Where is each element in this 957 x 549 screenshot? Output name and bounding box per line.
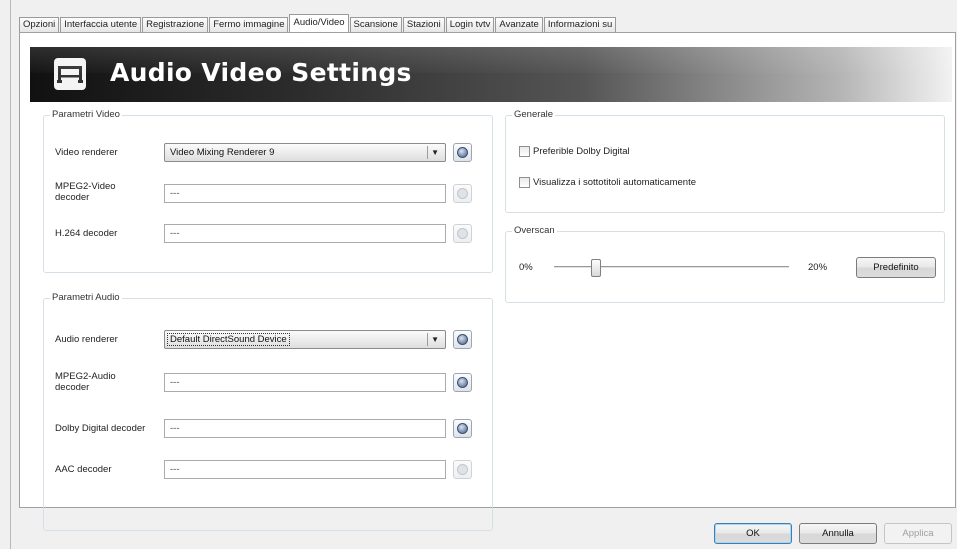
video-parameters-group: Parametri Video Video renderer Video Mix… — [43, 109, 493, 273]
general-group: Generale Preferible Dolby Digital Visual… — [505, 109, 945, 213]
audio-renderer-label: Audio renderer — [55, 334, 118, 345]
mpeg2-audio-decoder-label: MPEG2-Audio decoder — [55, 371, 116, 393]
settings-banner: Audio Video Settings — [30, 47, 952, 102]
tab-registrazione[interactable]: Registrazione — [142, 17, 209, 32]
tab-content-panel: Audio Video Settings Parametri Video Vid… — [19, 32, 956, 531]
tab-interfaccia-utente[interactable]: Interfaccia utente — [60, 17, 142, 32]
video-renderer-value: Video Mixing Renderer 9 — [170, 147, 275, 158]
audio-renderer-properties-button[interactable] — [453, 330, 472, 349]
video-renderer-properties-button[interactable] — [453, 143, 472, 162]
auto-subtitles-row[interactable]: Visualizza i sottotitoli automaticamente — [519, 177, 696, 188]
general-group-title: Generale — [512, 109, 556, 120]
dolby-digital-decoder-label: Dolby Digital decoder — [55, 423, 146, 434]
video-renderer-label: Video renderer — [55, 147, 118, 158]
audio-renderer-select[interactable]: Default DirectSound Device ▼ — [164, 330, 446, 349]
overscan-group: Overscan 0% 20% Predefinito — [505, 225, 945, 303]
dolby-digital-decoder-field[interactable]: --- — [164, 419, 446, 438]
properties-icon — [457, 228, 468, 239]
properties-icon — [457, 377, 468, 388]
video-group-title: Parametri Video — [50, 109, 122, 120]
overscan-slider-thumb[interactable] — [590, 259, 601, 277]
tab-bar: Opzioni Interfaccia utente Registrazione… — [19, 14, 617, 32]
audio-renderer-value: Default DirectSound Device — [167, 333, 290, 346]
tab-audio-video[interactable]: Audio/Video — [289, 14, 349, 32]
tab-fermo-immagine[interactable]: Fermo immagine — [209, 17, 289, 32]
overscan-max-label: 20% — [808, 262, 828, 273]
default-overscan-button[interactable]: Predefinito — [856, 257, 936, 278]
ok-button[interactable]: OK — [714, 523, 792, 544]
mpeg2-video-properties-button[interactable] — [453, 184, 472, 203]
tab-informazioni-su[interactable]: Informazioni su — [543, 17, 617, 32]
h264-properties-button[interactable] — [453, 224, 472, 243]
page-title: Audio Video Settings — [110, 58, 412, 87]
mpeg2-audio-decoder-field[interactable]: --- — [164, 373, 446, 392]
mpeg2-audio-label-line1: MPEG2-Audio — [55, 371, 116, 382]
auto-subtitles-label: Visualizza i sottotitoli automaticamente — [533, 177, 696, 188]
tab-avanzate[interactable]: Avanzate — [495, 17, 543, 32]
video-renderer-select[interactable]: Video Mixing Renderer 9 ▼ — [164, 143, 446, 162]
properties-icon — [457, 423, 468, 434]
mpeg2-video-decoder-label: MPEG2-Video decoder — [55, 181, 116, 203]
tab-opzioni[interactable]: Opzioni — [19, 17, 60, 32]
audio-parameters-group: Parametri Audio Audio renderer Default D… — [43, 292, 493, 531]
aac-decoder-label: AAC decoder — [55, 464, 112, 475]
dolby-digital-properties-button[interactable] — [453, 419, 472, 438]
aac-decoder-field[interactable]: --- — [164, 460, 446, 479]
overscan-slider-track[interactable] — [554, 266, 789, 269]
mpeg2-audio-label-line2: decoder — [55, 382, 90, 393]
chevron-down-icon: ▼ — [431, 335, 439, 344]
mpeg2-video-label-line1: MPEG2-Video — [55, 181, 116, 192]
h264-decoder-field[interactable]: --- — [164, 224, 446, 243]
dolby-preference-label: Preferible Dolby Digital — [533, 146, 630, 157]
combo-separator — [427, 146, 428, 159]
combo-separator — [427, 333, 428, 346]
auto-subtitles-checkbox[interactable] — [519, 177, 530, 188]
mpeg2-video-label-line2: decoder — [55, 192, 90, 203]
mpeg2-video-decoder-field[interactable]: --- — [164, 184, 446, 203]
settings-window: Opzioni Interfaccia utente Registrazione… — [10, 0, 957, 549]
video-device-icon — [54, 58, 86, 90]
chevron-down-icon: ▼ — [431, 148, 439, 157]
overscan-group-title: Overscan — [512, 225, 557, 236]
tab-stazioni[interactable]: Stazioni — [402, 17, 445, 32]
cancel-button[interactable]: Annulla — [799, 523, 877, 544]
dolby-preference-row[interactable]: Preferible Dolby Digital — [519, 146, 630, 157]
h264-decoder-label: H.264 decoder — [55, 228, 118, 239]
tab-login-tvtv[interactable]: Login tvtv — [445, 17, 495, 32]
aac-properties-button[interactable] — [453, 460, 472, 479]
properties-icon — [457, 147, 468, 158]
mpeg2-audio-properties-button[interactable] — [453, 373, 472, 392]
properties-icon — [457, 334, 468, 345]
overscan-min-label: 0% — [519, 262, 533, 273]
apply-button[interactable]: Applica — [884, 523, 952, 544]
dolby-preference-checkbox[interactable] — [519, 146, 530, 157]
properties-icon — [457, 464, 468, 475]
properties-icon — [457, 188, 468, 199]
audio-group-title: Parametri Audio — [50, 292, 122, 303]
tab-scansione[interactable]: Scansione — [349, 17, 402, 32]
